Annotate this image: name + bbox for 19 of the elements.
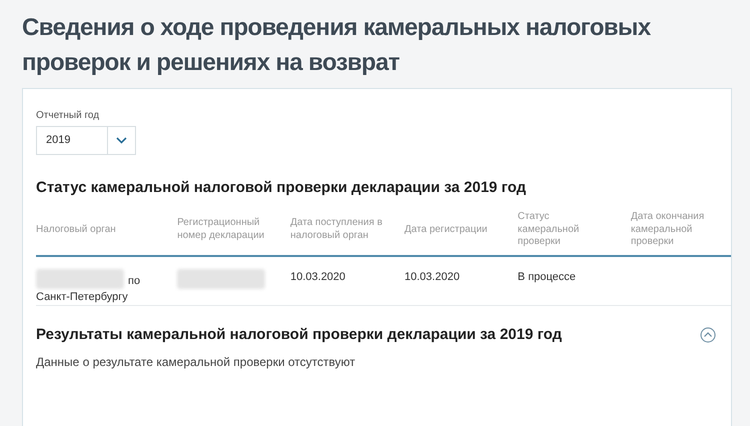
column-header: Дата регистрации	[404, 211, 518, 256]
year-label: Отчетный год	[36, 110, 100, 121]
table-cell: 10.03.2020	[290, 270, 346, 282]
table-cell: 10.03.2020	[404, 270, 460, 282]
year-dropdown[interactable]: 2019	[36, 126, 136, 155]
section-title: Результаты камеральной налоговой проверки декларации за 2019 год	[36, 326, 562, 343]
page-title: Сведения о ходе проведения камеральных налоговых проверок и решениях на возврат	[21, 13, 652, 78]
table-cell: Санкт-Петербургу	[36, 290, 128, 302]
column-header: Статус камеральной проверки	[518, 211, 631, 256]
column-header: Регистрационный номер декларации	[177, 211, 290, 256]
table-cell: по	[128, 274, 140, 286]
column-header: Дата поступления в налоговый орган	[290, 211, 405, 256]
chevron-down-icon	[116, 137, 127, 144]
column-header: Дата окончания камеральной проверки	[630, 211, 731, 256]
column-header: Налоговый орган	[36, 211, 178, 256]
table-cell: В процессе	[518, 270, 576, 282]
collapse-icon[interactable]	[700, 326, 716, 342]
empty-results-message: Данные о результате камеральной проверки отсутствуют	[36, 355, 356, 369]
section-title: Статус камеральной налоговой проверки декларации за 2019 год	[36, 179, 526, 196]
